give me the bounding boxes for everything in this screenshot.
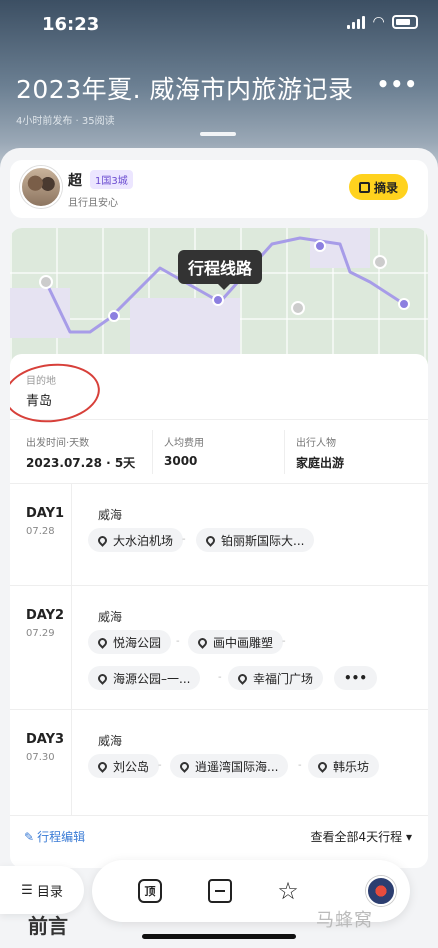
trip-info-row: 出发时间·天数 2023.07.28 · 5天 人均费用 3000 出行人物 家… xyxy=(10,420,428,484)
star-icon[interactable]: ☆ xyxy=(276,879,300,903)
list-icon: ☰ xyxy=(21,882,33,898)
route-map-label[interactable]: 行程线路 xyxy=(178,250,263,290)
day-section: DAY3 07.30 威海 刘公岛 - 逍遥湾国际海... - 韩乐坊 xyxy=(10,710,428,816)
poi-chip[interactable]: 大水泊机场 xyxy=(88,528,184,552)
poi-label: 幸福门广场 xyxy=(253,671,314,686)
info-key: 人均费用 xyxy=(164,438,204,449)
divider xyxy=(284,430,285,474)
location-pin-icon xyxy=(236,671,249,685)
poi-chip[interactable]: 刘公岛 xyxy=(88,754,160,778)
poi-label: 刘公岛 xyxy=(113,759,150,774)
poi-chip[interactable]: 铂丽斯国际大... xyxy=(196,528,315,552)
day-column: DAY3 07.30 xyxy=(10,710,72,815)
signal-icon xyxy=(347,15,366,29)
info-value: 2023.07.28 · 5天 xyxy=(26,456,136,470)
info-key: 出发时间·天数 xyxy=(26,438,90,449)
upvote-icon[interactable]: 顶 xyxy=(138,879,162,903)
poi-chip[interactable]: 悦海公园 xyxy=(88,630,172,654)
status-bar: 16:23 ◠ xyxy=(0,0,438,48)
destination-section: 目的地 青岛 xyxy=(10,354,428,427)
wifi-icon: ◠ xyxy=(373,14,384,30)
author-signature: 且行且安心 xyxy=(68,198,118,209)
day-city: 威海 xyxy=(98,610,123,624)
drag-handle[interactable] xyxy=(200,132,236,136)
post-meta: 4小时前发布 · 35阅读 xyxy=(16,116,115,127)
info-value: 3000 xyxy=(164,454,198,468)
view-all-days-link[interactable]: 查看全部4天行程 ▾ xyxy=(311,828,412,845)
home-indicator xyxy=(142,934,296,939)
poi-label: 铂丽斯国际大... xyxy=(221,533,305,548)
poi-chip[interactable]: 幸福门广场 xyxy=(228,666,324,690)
day-city: 威海 xyxy=(98,734,123,748)
poi-chip[interactable]: 海源公园–一... xyxy=(88,666,201,690)
excerpt-icon xyxy=(358,181,370,193)
location-pin-icon xyxy=(96,759,109,773)
section-heading: 前言 xyxy=(28,914,68,938)
poi-chip[interactable]: 画中画雕塑 xyxy=(188,630,284,654)
hand-drawn-circle xyxy=(10,359,103,427)
poi-label: 逍遥湾国际海... xyxy=(195,759,279,774)
edit-icon: ✎ xyxy=(24,829,35,844)
day-section: DAY2 07.29 威海 悦海公园 - 画中画雕塑 - 海源公园–一... -… xyxy=(10,586,428,710)
day-name: DAY2 xyxy=(26,608,65,623)
info-key: 出行人物 xyxy=(296,438,336,449)
more-stops-button[interactable]: ••• xyxy=(334,666,378,690)
day-name: DAY3 xyxy=(26,732,65,747)
day-city: 威海 xyxy=(98,508,123,522)
day-section: DAY1 07.28 威海 大水泊机场 - 铂丽斯国际大... xyxy=(10,484,428,586)
poi-chip[interactable]: 逍遥湾国际海... xyxy=(170,754,289,778)
route-card: 行程线路 目的地 青岛 出发时间·天数 2023.07.28 · 5天 人均费用… xyxy=(10,228,428,868)
excerpt-button[interactable]: 摘录 xyxy=(348,174,408,200)
excerpt-label: 摘录 xyxy=(373,180,398,195)
separator: - xyxy=(282,636,286,647)
content-sheet: 超 1国3城 且行且安心 摘录 行程线路 目的地 青岛 出发时间·天数 2023… xyxy=(0,148,438,948)
separator: - xyxy=(218,672,222,683)
separator: - xyxy=(158,760,162,771)
day-column: DAY1 07.28 xyxy=(10,484,72,585)
poi-label: 海源公园–一... xyxy=(113,671,191,686)
day-date: 07.30 xyxy=(26,752,55,763)
poi-label: 画中画雕塑 xyxy=(213,635,274,650)
day-date: 07.28 xyxy=(26,526,55,537)
route-footer: ✎ 行程编辑 查看全部4天行程 ▾ xyxy=(10,816,428,856)
poi-label: 悦海公园 xyxy=(113,635,162,650)
status-icons: ◠ xyxy=(347,14,418,30)
location-pin-icon xyxy=(96,635,109,649)
location-pin-icon xyxy=(316,759,329,773)
edit-route-label: 行程编辑 xyxy=(37,830,86,844)
day-column: DAY2 07.29 xyxy=(10,586,72,709)
poi-chip[interactable]: 韩乐坊 xyxy=(308,754,380,778)
day-date: 07.29 xyxy=(26,628,55,639)
status-time: 16:23 xyxy=(42,14,100,35)
separator: - xyxy=(176,636,180,647)
battery-icon xyxy=(392,15,418,29)
author-card[interactable]: 超 1国3城 且行且安心 摘录 xyxy=(10,160,428,218)
page-title: 2023年夏. 威海市内旅游记录 xyxy=(16,75,354,104)
route-line xyxy=(39,236,410,334)
user-avatar-icon[interactable] xyxy=(366,876,396,906)
avatar[interactable] xyxy=(20,166,62,208)
location-pin-icon xyxy=(96,533,109,547)
watermark: 马蜂窝 xyxy=(316,910,373,931)
separator: - xyxy=(298,760,302,771)
divider xyxy=(152,430,153,474)
more-icon[interactable]: ••• xyxy=(377,72,418,96)
comment-icon[interactable] xyxy=(208,879,232,903)
info-value: 家庭出游 xyxy=(296,456,345,470)
poi-label: 大水泊机场 xyxy=(113,533,174,548)
edit-route-link[interactable]: ✎ 行程编辑 xyxy=(24,828,85,845)
toc-button[interactable]: ☰ 目录 xyxy=(0,866,84,914)
separator: - xyxy=(182,534,186,545)
location-pin-icon xyxy=(196,635,209,649)
location-pin-icon xyxy=(204,533,217,547)
location-pin-icon xyxy=(96,671,109,685)
toc-label: 目录 xyxy=(36,884,63,900)
author-badge[interactable]: 1国3城 xyxy=(90,170,133,189)
author-name[interactable]: 超 xyxy=(68,170,82,190)
poi-label: 韩乐坊 xyxy=(333,759,370,774)
route-map[interactable]: 行程线路 xyxy=(10,228,428,368)
location-pin-icon xyxy=(178,759,191,773)
day-name: DAY1 xyxy=(26,506,65,521)
